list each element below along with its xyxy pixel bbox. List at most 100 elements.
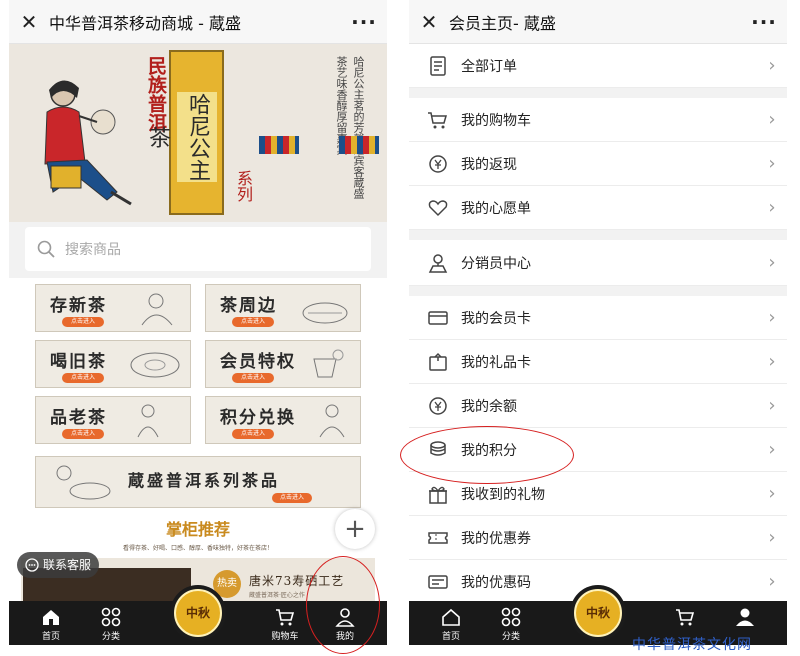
mid-autumn-badge: 中秋 bbox=[574, 589, 622, 637]
float-add-button[interactable]: + bbox=[335, 509, 375, 549]
tile-points-exchange[interactable]: 积分兑换 点击进入 bbox=[205, 396, 361, 444]
category-icon bbox=[501, 607, 521, 627]
heart-icon bbox=[428, 199, 448, 216]
balance-icon bbox=[429, 396, 447, 415]
chevron-right-icon: › bbox=[768, 197, 776, 218]
menu-item-label: 分销员中心 bbox=[461, 255, 531, 272]
cart-icon bbox=[276, 609, 295, 626]
tile-label: 积分兑换 bbox=[220, 408, 296, 428]
tile-series-products[interactable]: 蔵盛普洱系列茶品 点击进入 bbox=[35, 456, 361, 508]
banner-pattern bbox=[339, 136, 379, 154]
page-title: 会员主页- 蔵盛 bbox=[449, 13, 556, 33]
tab-label: 分类 bbox=[101, 632, 120, 642]
tile-tea-accessories[interactable]: 茶周边 点击进入 bbox=[205, 284, 361, 332]
tile-old-tea-drink[interactable]: 喝旧茶 点击进入 bbox=[35, 340, 191, 388]
center-promo-button[interactable]: 中秋 bbox=[170, 585, 226, 641]
banner-gold-text: 哈尼公主茶 bbox=[145, 92, 217, 182]
tea-set-sketch-icon bbox=[56, 465, 111, 500]
chevron-right-icon: › bbox=[768, 351, 776, 372]
ethnic-girl-illustration bbox=[44, 80, 132, 206]
recommend-section: 掌柜推荐 看得存茶、好喝、口感、醇厚、香味独特，好茶在茶店！ bbox=[9, 516, 387, 552]
menu-item-my-cashback[interactable]: 我的返现 › bbox=[409, 142, 787, 186]
tab-home[interactable]: 首页 bbox=[21, 601, 81, 645]
close-icon[interactable]: ✕ bbox=[9, 10, 49, 34]
member-home-screen: ✕ 会员主页- 蔵盛 ··· 全部订单 › 我的购物车 › 我的返现 › 我的心… bbox=[409, 0, 787, 645]
cart-icon bbox=[676, 609, 695, 626]
promo-banner[interactable]: 民族普洱 哈尼公主茶 系列 哈尼公主茗的芳馨迎宾客蔵盛茶艺味香醇厚留嘉宾 bbox=[9, 44, 387, 222]
tab-home[interactable]: 首页 bbox=[421, 601, 481, 645]
menu-item-my-wishlist[interactable]: 我的心愿单 › bbox=[409, 186, 787, 230]
tile-enter-tag: 点击进入 bbox=[272, 493, 312, 503]
menu-item-label: 我的会员卡 bbox=[461, 310, 531, 327]
tile-label: 蔵盛普洱系列茶品 bbox=[128, 471, 281, 490]
gift-icon bbox=[429, 486, 447, 504]
code-icon bbox=[428, 574, 448, 589]
title-bar: ✕ 中华普洱茶移动商城 - 蔵盛 ··· bbox=[9, 0, 387, 44]
search-input[interactable]: 搜索商品 bbox=[25, 227, 371, 271]
menu-item-member-card[interactable]: 我的会员卡 › bbox=[409, 296, 787, 340]
title-bar: ✕ 会员主页- 蔵盛 ··· bbox=[409, 0, 787, 44]
more-menu-button[interactable]: ··· bbox=[741, 10, 787, 34]
more-menu-button[interactable]: ··· bbox=[341, 10, 387, 34]
menu-item-all-orders[interactable]: 全部订单 › bbox=[409, 44, 787, 88]
tab-category[interactable]: 分类 bbox=[81, 601, 141, 645]
tab-label: 首页 bbox=[41, 632, 60, 642]
chevron-right-icon: › bbox=[768, 153, 776, 174]
tab-category[interactable]: 分类 bbox=[481, 601, 541, 645]
tile-label: 会员特权 bbox=[220, 352, 296, 372]
figure-sketch-icon bbox=[137, 404, 159, 438]
figure-sketch-icon bbox=[319, 404, 345, 438]
tile-enter-tag: 点击进入 bbox=[232, 317, 274, 327]
menu-item-label: 我的购物车 bbox=[461, 112, 531, 129]
center-promo-button[interactable]: 中秋 bbox=[570, 585, 626, 641]
banner-red-text: 民族普洱 bbox=[145, 56, 167, 132]
chevron-right-icon: › bbox=[768, 109, 776, 130]
menu-item-label: 我收到的礼物 bbox=[461, 486, 545, 503]
menu-item-label: 我的礼品卡 bbox=[461, 354, 531, 371]
chevron-right-icon: › bbox=[768, 571, 776, 592]
tile-new-tea[interactable]: 存新茶 点击进入 bbox=[35, 284, 191, 332]
chevron-right-icon: › bbox=[768, 307, 776, 328]
watermark: 中华普洱茶文化网 bbox=[632, 637, 752, 653]
menu-item-label: 我的返现 bbox=[461, 156, 517, 173]
menu-item-balance[interactable]: 我的余额 › bbox=[409, 384, 787, 428]
coupon-icon bbox=[428, 531, 448, 544]
contact-service-label: 联系客服 bbox=[43, 558, 92, 572]
tile-label: 品老茶 bbox=[50, 408, 107, 428]
menu-item-my-cart[interactable]: 我的购物车 › bbox=[409, 98, 787, 142]
chevron-right-icon: › bbox=[768, 483, 776, 504]
distributor-icon bbox=[428, 253, 448, 273]
chevron-right-icon: › bbox=[768, 439, 776, 460]
member-menu: 全部订单 › 我的购物车 › 我的返现 › 我的心愿单 › 分销员中心 › 我的… bbox=[409, 44, 787, 604]
menu-item-coupons[interactable]: 我的优惠券 › bbox=[409, 516, 787, 560]
gift-card-icon bbox=[429, 352, 447, 371]
tile-enter-tag: 点击进入 bbox=[232, 429, 274, 439]
tile-label: 茶周边 bbox=[220, 296, 277, 316]
tile-enter-tag: 点击进入 bbox=[62, 429, 104, 439]
category-icon bbox=[101, 607, 121, 627]
user-icon bbox=[736, 608, 754, 626]
cake-sketch-icon bbox=[130, 352, 180, 378]
menu-item-distributor-center[interactable]: 分销员中心 › bbox=[409, 240, 787, 286]
highlight-circle-points bbox=[400, 426, 574, 484]
tab-label: 分类 bbox=[501, 632, 520, 642]
section-divider bbox=[409, 286, 787, 296]
chevron-right-icon: › bbox=[768, 395, 776, 416]
menu-item-gift-card[interactable]: 我的礼品卡 › bbox=[409, 340, 787, 384]
tile-aged-tea[interactable]: 品老茶 点击进入 bbox=[35, 396, 191, 444]
recommend-subtitle: 看得存茶、好喝、口感、醇厚、香味独特，好茶在茶店！ bbox=[122, 545, 273, 552]
page-title: 中华普洱茶移动商城 - 蔵盛 bbox=[49, 13, 241, 33]
cart-icon bbox=[428, 111, 447, 128]
close-icon[interactable]: ✕ bbox=[409, 10, 449, 34]
recommend-title: 掌柜推荐 bbox=[165, 520, 230, 539]
home-icon bbox=[43, 610, 59, 625]
banner-gold-panel: 哈尼公主茶 bbox=[145, 50, 224, 215]
member-card-icon bbox=[428, 310, 448, 325]
tab-label: 首页 bbox=[441, 632, 460, 642]
highlight-circle-mine-tab bbox=[306, 556, 380, 654]
chat-icon bbox=[25, 558, 39, 572]
cashback-icon bbox=[429, 154, 447, 173]
tile-member-privileges[interactable]: 会员特权 点击进入 bbox=[205, 340, 361, 388]
contact-service-button[interactable]: 联系客服 bbox=[17, 552, 100, 578]
search-placeholder: 搜索商品 bbox=[65, 242, 121, 258]
